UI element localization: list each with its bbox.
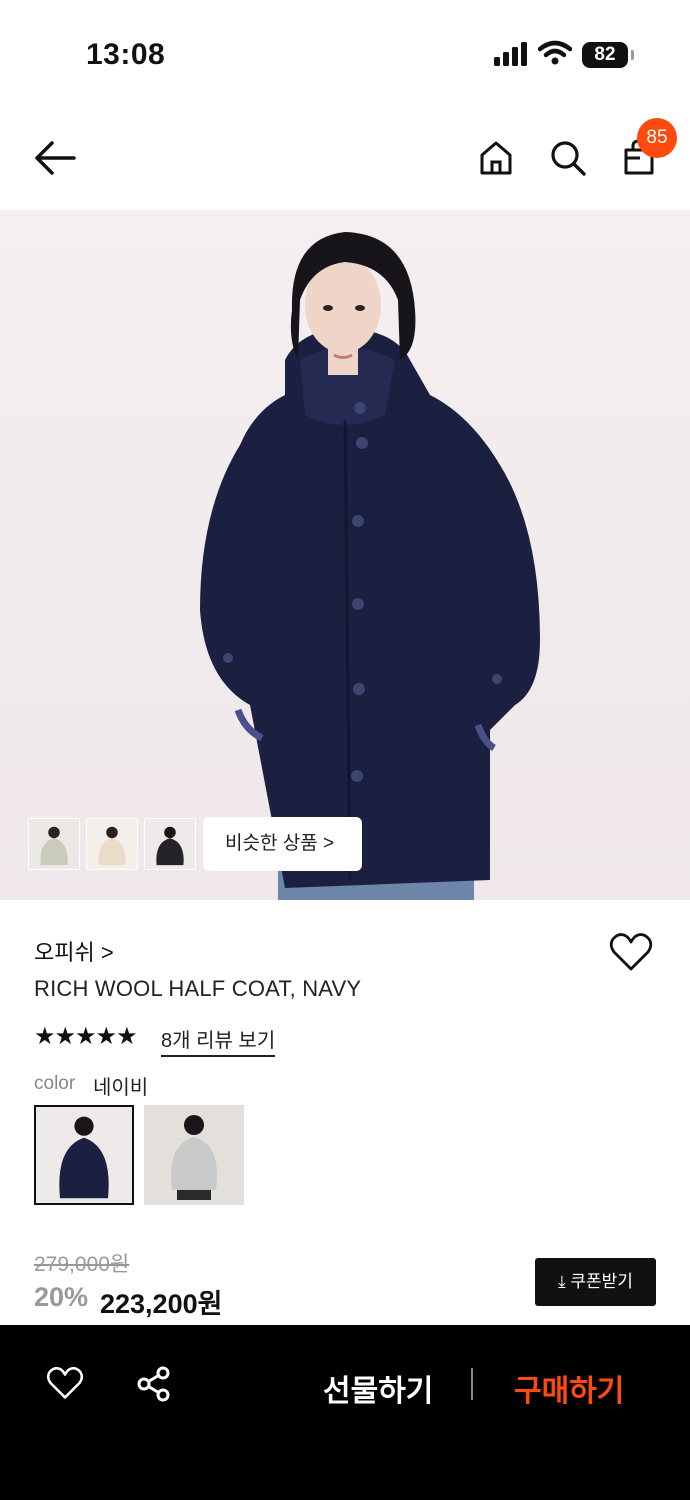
sale-price: 223,200원 — [100, 1289, 223, 1319]
heart-icon[interactable] — [46, 1366, 84, 1400]
thumbnail-black-coat[interactable] — [144, 818, 196, 870]
wishlist-heart-icon[interactable] — [609, 932, 653, 972]
status-time: 13:08 — [86, 38, 166, 71]
gift-button[interactable]: 선물하기 — [323, 1366, 433, 1410]
color-swatch-gray[interactable] — [144, 1105, 244, 1205]
search-icon[interactable] — [549, 139, 587, 177]
share-icon[interactable] — [136, 1366, 172, 1402]
reviews-link[interactable]: 8개 리뷰 보기 — [161, 1024, 276, 1057]
battery-indicator: 82 — [582, 42, 634, 68]
back-arrow-icon[interactable] — [34, 140, 76, 176]
thumbnail-beige-coat[interactable] — [28, 818, 80, 870]
thumbnail-strip — [28, 818, 196, 870]
download-coupon-button[interactable]: ⤓ 쿠폰받기 — [535, 1258, 656, 1306]
buy-button[interactable]: 구매하기 — [514, 1366, 624, 1410]
cellular-signal-icon — [494, 42, 527, 66]
brand-link[interactable]: 오피쉬 > — [34, 935, 114, 967]
color-label: color — [34, 1073, 76, 1094]
wifi-icon — [538, 40, 572, 65]
rating-stars: ★★★★★ — [34, 1023, 138, 1050]
similar-products-button[interactable]: 비슷한 상품 > — [203, 817, 362, 871]
model-coat-illustration — [200, 232, 540, 900]
discount-rate: 20% — [34, 1282, 89, 1312]
original-price: 279,000원 — [34, 1253, 130, 1276]
action-divider — [471, 1368, 473, 1400]
status-bar: 13:08 82 — [0, 0, 690, 100]
color-swatch-navy[interactable] — [34, 1105, 134, 1205]
selected-color-value: 네이비 — [93, 1077, 149, 1099]
product-name: RICH WOOL HALF COAT, NAVY — [34, 976, 362, 1001]
thumbnail-cream-coat[interactable] — [86, 818, 138, 870]
home-icon[interactable] — [478, 140, 514, 176]
cart-count-badge: 85 — [637, 118, 677, 158]
bottom-action-bar — [0, 1325, 690, 1500]
product-main-image[interactable] — [0, 210, 690, 900]
